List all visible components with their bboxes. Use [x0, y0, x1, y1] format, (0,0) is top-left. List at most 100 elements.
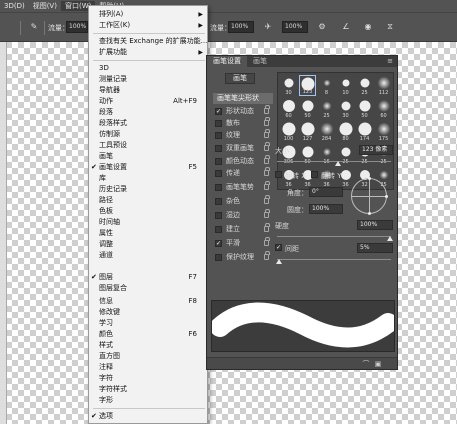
brush-tip[interactable]: 50 [356, 98, 373, 119]
menu-item-brush-settings[interactable]: ✔ 画笔设置 F5 [89, 162, 207, 173]
hardness-slider-handle[interactable] [387, 236, 393, 241]
option-color-dynamics[interactable]: 颜色动态 [213, 155, 271, 167]
brush-tip[interactable]: 60 [280, 98, 297, 119]
menu-item-3d[interactable]: 3D [89, 63, 207, 74]
option-shape-dynamics[interactable]: ✓ 形状动态 [213, 105, 271, 117]
option-wet-edges[interactable]: 湿边 [213, 209, 271, 221]
angle-field[interactable]: 0° [309, 187, 343, 197]
menu-item-paragraph[interactable]: 段落 [89, 107, 207, 118]
menu-item-swatches[interactable]: 色板 [89, 206, 207, 217]
option-smoothing[interactable]: ✓ 平滑 [213, 237, 271, 249]
size-slider-track[interactable] [277, 161, 391, 162]
menu-item-extensions[interactable]: 扩展功能 ▶ [89, 47, 207, 58]
checkbox[interactable] [215, 145, 222, 152]
brush-tip[interactable]: 30 [280, 75, 297, 96]
checkbox[interactable]: ✓ [215, 240, 222, 247]
flip-y-checkbox[interactable] [311, 171, 318, 178]
brush-tip[interactable]: 123 [299, 75, 316, 96]
brush-tip[interactable]: 25 [318, 98, 335, 119]
brush-tip[interactable]: 10 [337, 75, 354, 96]
spacing-checkbox[interactable]: ✓ [275, 244, 282, 251]
brush-tip[interactable]: 174 [356, 121, 373, 142]
option-scattering[interactable]: 散布 [213, 117, 271, 129]
lock-icon[interactable] [264, 117, 270, 126]
lock-icon[interactable] [264, 155, 270, 164]
menu-item-paragraph-styles[interactable]: 段落样式 [89, 118, 207, 129]
menu-item-paths[interactable]: 路径 [89, 195, 207, 206]
menu-item-info[interactable]: 信息 F8 [89, 296, 207, 307]
checkbox[interactable] [215, 212, 222, 219]
menu-item-actions[interactable]: 动作 Alt+F9 [89, 96, 207, 107]
checkbox[interactable] [215, 158, 222, 165]
menu-item-character-styles[interactable]: 字符样式 [89, 384, 207, 395]
pressure-icon[interactable]: ◉ [362, 21, 374, 33]
menu-item-timeline[interactable]: 时间轴 [89, 217, 207, 228]
lock-icon[interactable] [264, 181, 270, 190]
menu-item-notes[interactable]: 注释 [89, 362, 207, 373]
symmetry-icon[interactable]: ⧖ [384, 21, 396, 33]
menu-item-tool-presets[interactable]: 工具预设 [89, 140, 207, 151]
lock-icon[interactable] [264, 237, 270, 246]
create-new-brush-icon[interactable]: ▣ [373, 359, 383, 369]
spacing-field[interactable]: 5% [357, 243, 393, 253]
brush-tip[interactable]: 127 [299, 121, 316, 142]
angle-icon[interactable]: ∠ [340, 21, 352, 33]
widget-handle[interactable] [368, 177, 371, 180]
brush-tip[interactable]: 25 [356, 75, 373, 96]
option-dual-brush[interactable]: 双重画笔 [213, 142, 271, 154]
tab-brushes[interactable]: 画笔 [247, 56, 273, 67]
opacity-field[interactable]: 100% [66, 21, 88, 33]
angle-roundness-widget[interactable] [351, 177, 388, 215]
brush-tip[interactable]: 8 [318, 75, 335, 96]
hardness-slider-track[interactable] [277, 236, 391, 237]
widget-handle[interactable] [368, 212, 371, 215]
size-field[interactable]: 123 像素 [359, 145, 393, 155]
spacing-slider-track[interactable] [277, 259, 391, 260]
checkbox[interactable] [215, 170, 222, 177]
menu-item-glyphs[interactable]: 字形 [89, 395, 207, 406]
option-transfer[interactable]: 传递 [213, 167, 271, 179]
panel-menu-icon[interactable]: ≡ [387, 56, 393, 67]
checkbox[interactable] [215, 254, 222, 261]
menu-item-properties[interactable]: 属性 [89, 228, 207, 239]
roundness-field[interactable]: 100% [309, 204, 343, 214]
widget-handle[interactable] [385, 195, 388, 198]
brush-tip[interactable]: 175 [375, 121, 392, 142]
menu-item-workspace[interactable]: 工作区(K) ▶ [89, 20, 207, 31]
lock-icon[interactable] [264, 209, 270, 218]
menu-item-color[interactable]: 颜色 F6 [89, 329, 207, 340]
lock-icon[interactable] [264, 142, 270, 151]
menu-item-adjustments[interactable]: 调整 [89, 239, 207, 250]
settings-icon[interactable]: ⚙ [316, 21, 328, 33]
checkbox[interactable] [215, 226, 222, 233]
airbrush-icon[interactable]: ✈ [262, 21, 274, 33]
brush-tip[interactable]: 50 [299, 98, 316, 119]
option-noise[interactable]: 杂色 [213, 195, 271, 207]
lock-icon[interactable] [264, 105, 270, 114]
option-brush-pose[interactable]: 画笔笔势 [213, 181, 271, 193]
menu-item-find-extensions[interactable]: 查找有关 Exchange 的扩展功能... [89, 36, 207, 47]
menu-item-arrange[interactable]: 排列(A) ▶ [89, 9, 207, 20]
brushes-button[interactable]: 画笔 [225, 73, 255, 84]
lock-icon[interactable] [264, 167, 270, 176]
option-texture[interactable]: 纹理 [213, 129, 271, 141]
menu-3d[interactable]: 3D(D) [0, 2, 29, 10]
brush-tip[interactable]: 60 [375, 98, 392, 119]
menu-item-channels[interactable]: 通道 [89, 250, 207, 261]
menu-item-learn[interactable]: 学习 [89, 318, 207, 329]
lock-icon[interactable] [264, 129, 270, 138]
percent-field[interactable]: 100% [282, 21, 308, 33]
menu-item-brushes[interactable]: 画笔 [89, 151, 207, 162]
menu-item-options[interactable]: ✔ 选项 [89, 411, 207, 422]
tab-brush-settings[interactable]: 画笔设置 [207, 56, 247, 67]
spacing-slider-handle[interactable] [276, 259, 282, 264]
brush-tip[interactable]: 80 [337, 121, 354, 142]
brush-tip[interactable]: 100 [280, 121, 297, 142]
menu-item-clone-source[interactable]: 仿制源 [89, 129, 207, 140]
brush-tip[interactable]: 30 [337, 98, 354, 119]
menu-item-histogram[interactable]: 直方图 [89, 351, 207, 362]
lock-icon[interactable] [264, 223, 270, 232]
menu-item-layers[interactable]: ✔ 图层 F7 [89, 272, 207, 283]
lock-icon[interactable] [264, 195, 270, 204]
toggle-bristle-preview-icon[interactable]: ⌒ [361, 359, 371, 369]
